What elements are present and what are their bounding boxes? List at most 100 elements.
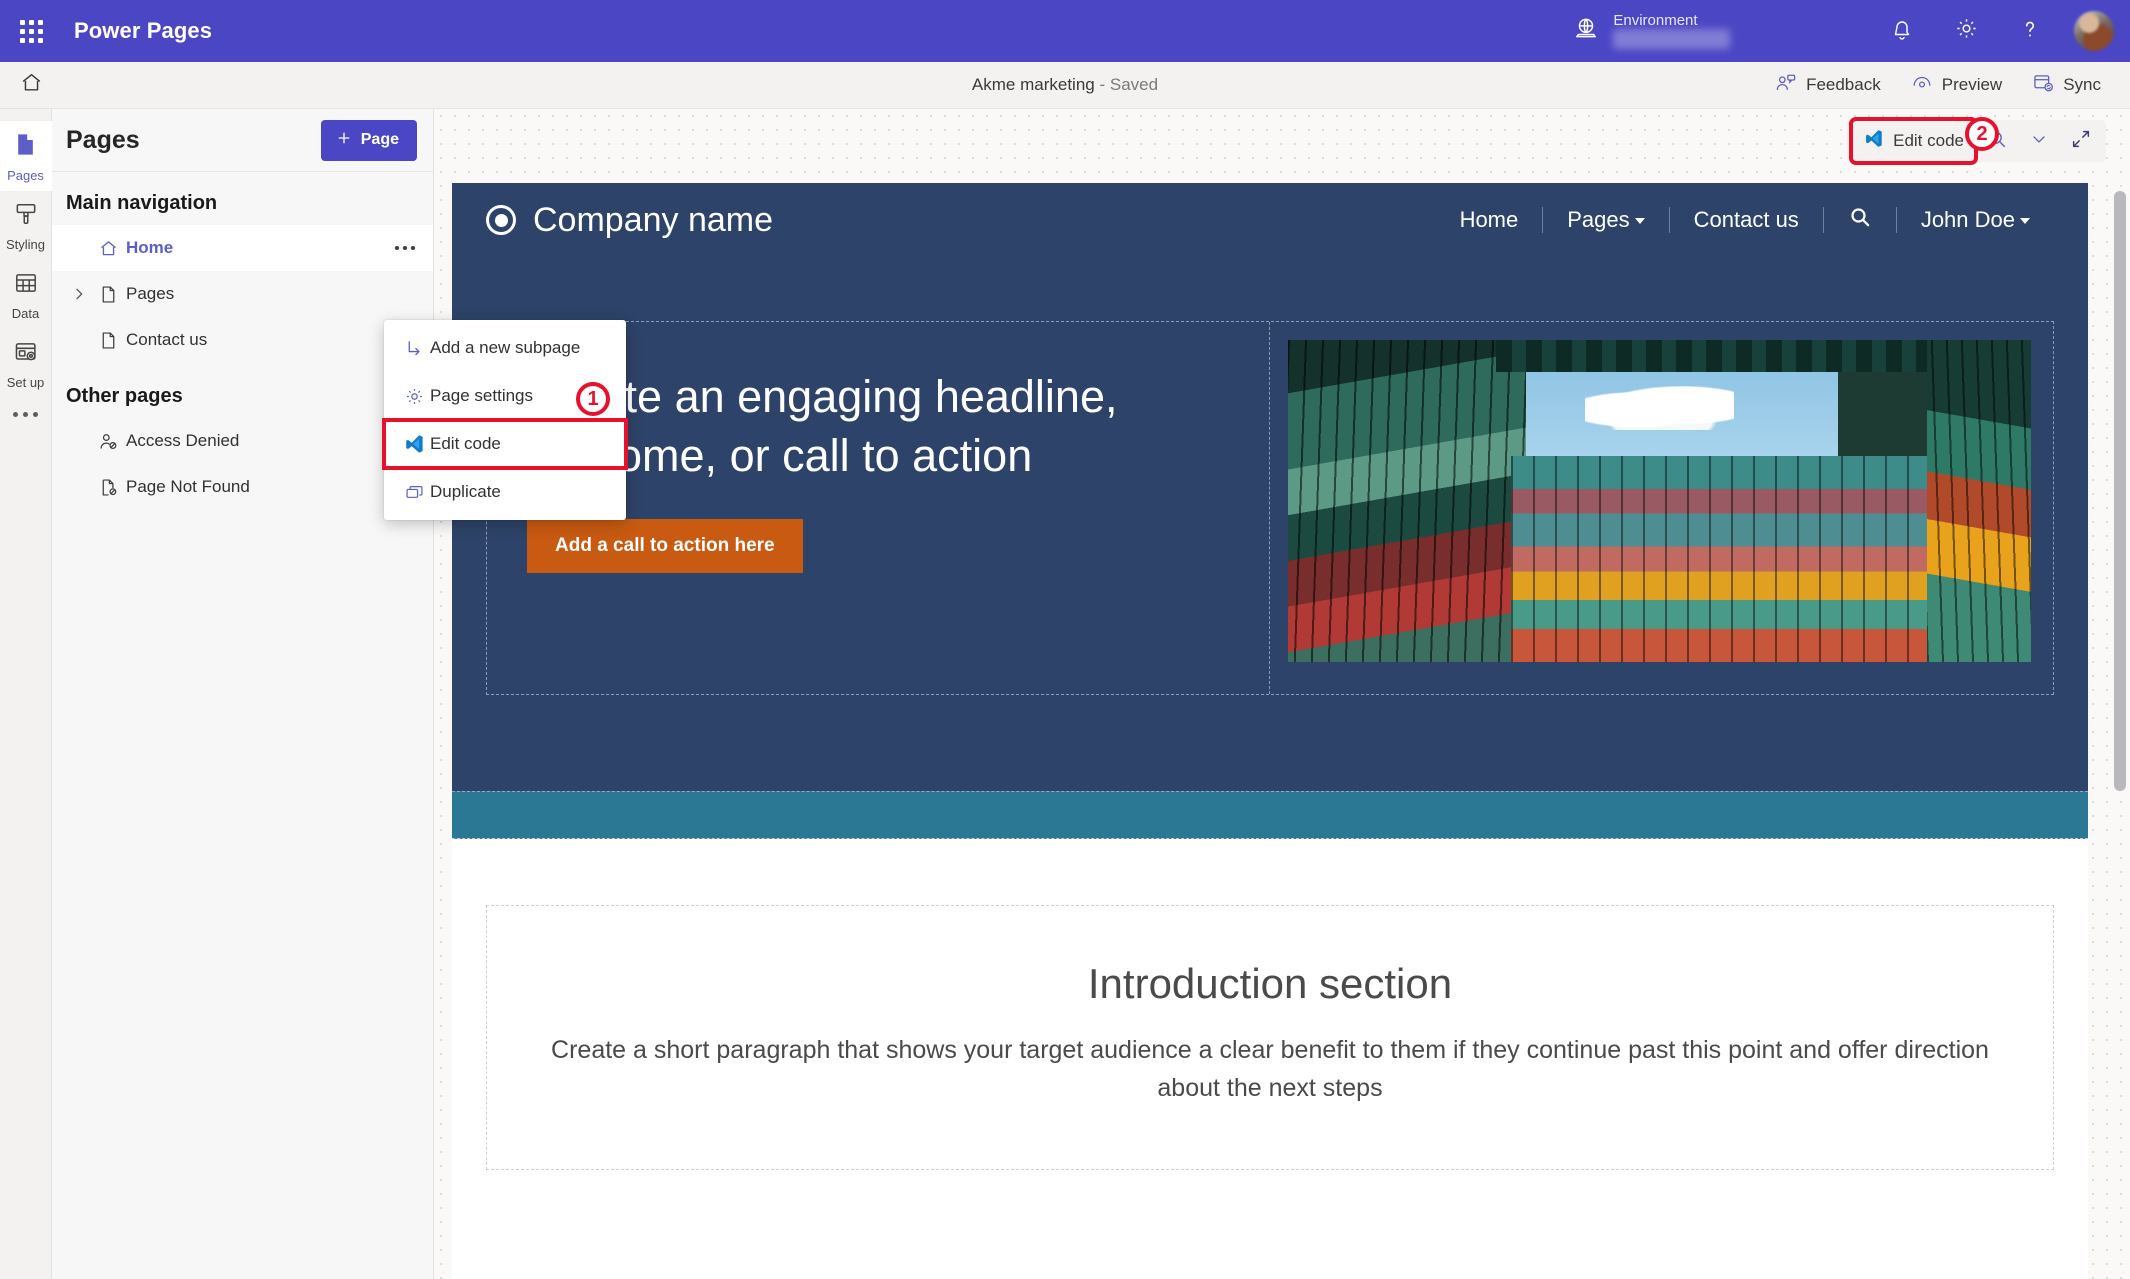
site-nav-user[interactable]: John Doe [1897,207,2054,233]
zoom-dropdown-button[interactable] [2020,125,2058,157]
context-menu-edit-code[interactable]: Edit code [382,418,628,470]
file-blocked-icon [92,477,124,498]
site-brand-name: Company name [533,200,774,239]
annotation-badge-1: 1 [576,382,610,416]
site-nav-pages[interactable]: Pages [1543,207,1668,233]
plus-icon [335,129,353,152]
pages-panel: Pages Page Main navigation Home Pages Co… [52,109,434,1279]
tree-item-home[interactable]: Home [52,225,433,271]
globe-icon [1573,15,1599,46]
site-nav-user-label: John Doe [1920,207,2015,232]
person-blocked-icon [92,431,124,452]
hero-cta-button[interactable]: Add a call to action here [527,519,803,573]
canvas-scrollbar[interactable] [2114,191,2126,791]
help-button[interactable] [1998,0,2062,62]
hero-image [1288,340,2031,662]
feedback-icon [1775,72,1797,99]
group-title-main-navigation: Main navigation [66,192,218,214]
context-menu-add-subpage[interactable]: Add a new subpage [384,324,626,372]
caret-down-icon [2020,218,2030,225]
tree-item-label: Access Denied [126,431,240,450]
rail-item-styling[interactable]: Styling [0,191,52,260]
sync-button[interactable]: Sync [2021,65,2112,106]
environment-picker[interactable]: Environment PowerPortals [1573,12,1730,50]
notifications-button[interactable] [1870,0,1934,62]
rail-item-label: Styling [5,237,46,252]
intro-section[interactable]: Introduction section Create a short para… [452,839,2088,1250]
hero-headline: Create an engaging headline, welcome, or… [527,371,1118,481]
feedback-button[interactable]: Feedback [1764,65,1892,106]
tree-item-pages[interactable]: Pages [52,271,433,317]
duplicate-icon [398,482,430,503]
tree-item-contact-us[interactable]: Contact us [52,317,433,363]
sync-label: Sync [2063,75,2101,94]
document-name: Akme marketing [971,75,1095,94]
environment-name: PowerPortals [1613,29,1730,49]
pages-panel-header: Pages Page [52,109,433,171]
accent-band[interactable] [452,791,2088,839]
feedback-label: Feedback [1806,75,1881,94]
context-menu-item-label: Duplicate [430,482,501,501]
app-bar-right: Environment PowerPortals [1573,0,2130,62]
tree-item-label: Home [126,238,174,257]
annotation-badge-2: 2 [1965,117,1999,151]
preview-icon [1911,72,1933,99]
rail-item-label: Pages [7,168,44,183]
hero-image-far-wall [1510,455,1935,662]
gear-icon [1954,16,1979,46]
setup-icon [13,339,39,370]
home-icon [19,70,44,100]
hero-image-top-edge [1496,340,1942,373]
hero-image-right-wall [1926,340,2031,662]
add-page-button[interactable]: Page [320,119,417,161]
app-bar: Power Pages Environment PowerPortals [0,0,2130,62]
bell-icon [1890,17,1914,46]
site-nav: Home Pages Contact us John Doe [1436,205,2054,235]
site-nav-search[interactable] [1824,205,1896,235]
site-brand[interactable]: Company name [486,201,773,240]
chevron-down-icon [2029,129,2049,154]
avatar[interactable] [2074,11,2114,51]
rail-item-pages[interactable]: Pages [0,121,52,191]
context-menu-item-label: Add a new subpage [430,338,581,357]
tree-item-access-denied[interactable]: Access Denied [52,418,433,464]
rail-item-data[interactable]: Data [0,260,52,329]
pages-tree: Main navigation Home Pages Contact us Ot… [52,171,433,510]
preview-button[interactable]: Preview [1900,65,2013,106]
tree-item-label: Contact us [126,330,208,349]
canvas-edit-code-button[interactable]: Edit code [1849,117,1978,165]
site-nav-home[interactable]: Home [1436,207,1543,233]
site-nav-pages-label: Pages [1567,207,1630,232]
vscode-icon [398,433,430,455]
context-menu-item-label: Edit code [430,434,501,453]
document-status: - Saved [1094,75,1159,94]
left-rail: Pages Styling Data Set up [0,109,52,1279]
environment-label: Environment [1613,12,1698,30]
file-icon [92,284,124,305]
tree-item-more-button[interactable] [389,240,421,256]
chevron-right-icon[interactable] [66,286,92,302]
question-icon [2017,16,2043,47]
site-nav-contact-us[interactable]: Contact us [1670,207,1823,233]
app-title: Power Pages [74,18,213,43]
hero-section[interactable]: Create an engaging headline, welcome, or… [452,257,2088,791]
brush-icon [13,201,39,232]
home-button[interactable] [0,62,62,109]
page-context-menu: Add a new subpage Page settings Edit cod… [382,320,628,520]
rail-more-button[interactable] [13,412,38,417]
environment-text: Environment PowerPortals [1613,12,1730,50]
group-title-other-pages: Other pages [66,385,183,407]
rail-item-label: Data [11,306,40,321]
waffle-icon [19,19,43,43]
home-icon [92,238,124,259]
hero-image-column[interactable] [1270,322,2053,680]
context-menu-duplicate[interactable]: Duplicate [384,468,626,516]
sync-icon [2032,72,2054,99]
tree-item-page-not-found[interactable]: Page Not Found [52,464,433,510]
rail-item-setup[interactable]: Set up [0,329,52,398]
canvas-edit-code-label: Edit code [1893,131,1964,150]
page-icon [12,131,39,163]
expand-button[interactable] [2062,125,2100,157]
app-launcher-button[interactable] [0,19,62,43]
settings-button[interactable] [1934,0,1998,62]
